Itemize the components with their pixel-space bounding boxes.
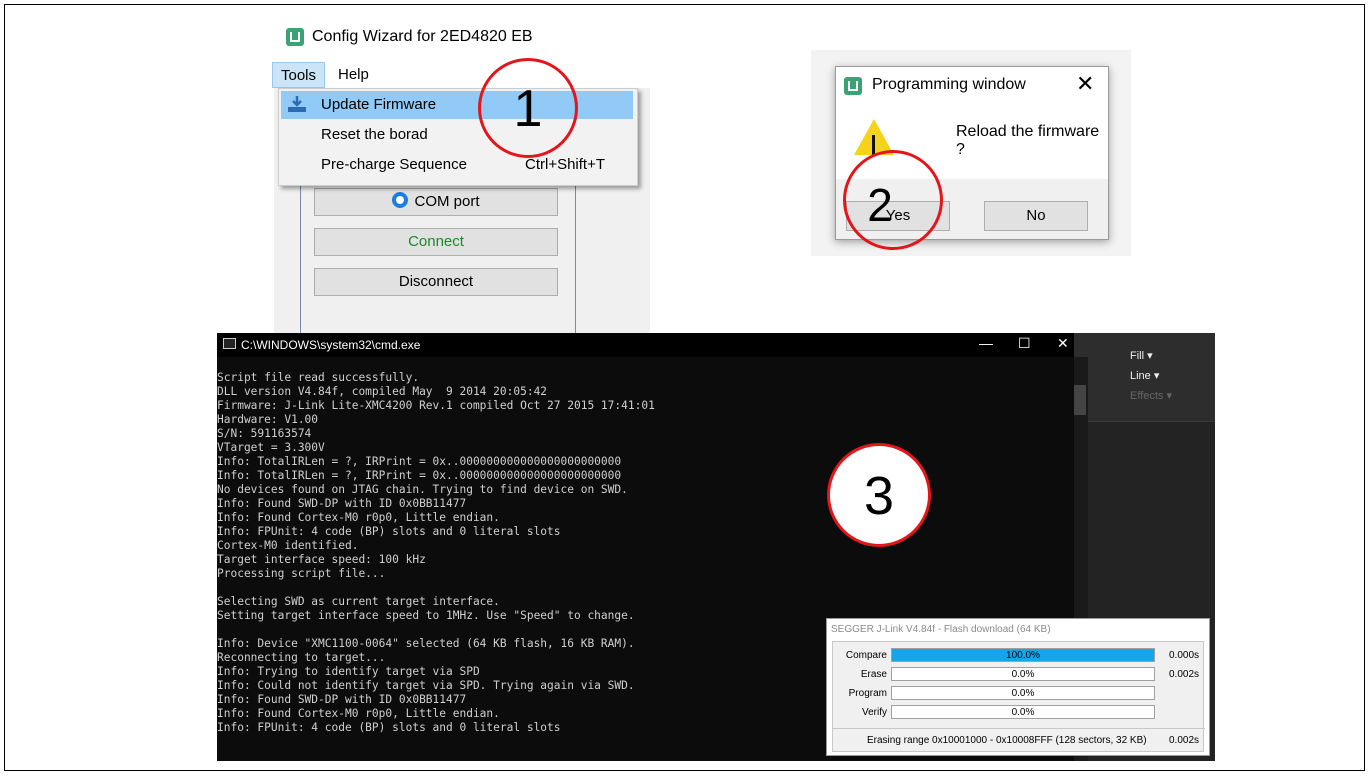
- tools-dropdown-menu: Update Firmware Reset the borad Pre-char…: [278, 88, 638, 186]
- progress-bar: 0.0%: [891, 667, 1155, 681]
- console-line: Processing script file...: [217, 567, 386, 580]
- close-icon[interactable]: ✕: [1076, 71, 1094, 97]
- jlink-status: Erasing range 0x10001000 - 0x10008FFF (1…: [867, 735, 1147, 746]
- console-line: Firmware: J-Link Lite-XMC4200 Rev.1 comp…: [217, 399, 655, 412]
- menu-bar: Tools Help: [270, 62, 652, 88]
- step-3-marker: 3: [827, 443, 931, 547]
- app-icon: [286, 28, 304, 46]
- progress-percent: 0.0%: [1011, 707, 1035, 718]
- console-line: VTarget = 3.300V: [217, 441, 325, 454]
- console-line: Hardware: V1.00: [217, 413, 319, 426]
- progress-label: Program: [848, 688, 887, 699]
- com-port-button[interactable]: COM port: [314, 188, 558, 216]
- jlink-title: SEGGER J-Link V4.84f - Flash download (6…: [831, 624, 1051, 635]
- cmd-title: C:\WINDOWS\system32\cmd.exe: [241, 338, 421, 352]
- progress-label: Compare: [845, 650, 887, 661]
- step-1-marker: 1: [478, 58, 578, 158]
- console-line: Script file read successfully.: [217, 371, 420, 384]
- progress-bar: 0.0%: [891, 705, 1155, 719]
- connect-button[interactable]: Connect: [314, 228, 558, 256]
- console-line: Info: Could not identify target via SPD.…: [217, 679, 635, 692]
- progress-percent: 100.0%: [1006, 650, 1040, 661]
- cmd-titlebar: C:\WINDOWS\system32\cmd.exe — ☐ ✕: [217, 333, 1074, 357]
- menu-tools[interactable]: Tools: [272, 62, 326, 88]
- console-line: DLL version V4.84f, compiled May 9 2014 …: [217, 385, 548, 398]
- progress-bar: 0.0%: [891, 686, 1155, 700]
- minimize-icon[interactable]: —: [979, 335, 993, 351]
- console-line: Target interface speed: 100 kHz: [217, 553, 426, 566]
- jlink-progress-panel: Erasing range 0x10001000 - 0x10008FFF (1…: [832, 641, 1205, 752]
- step-2-marker: 2: [843, 150, 943, 250]
- download-icon: [288, 96, 306, 112]
- divider: [833, 728, 1205, 729]
- progress-bar: 100.0%: [891, 648, 1155, 662]
- maximize-icon[interactable]: ☐: [1018, 335, 1031, 352]
- progress-row-program: Program 0.0%: [833, 686, 1205, 702]
- console-line: S/N: 591163574: [217, 427, 312, 440]
- console-line: Info: FPUnit: 4 code (BP) slots and 0 li…: [217, 721, 561, 734]
- effects-button[interactable]: Effects ▾: [1130, 389, 1172, 402]
- progress-time: 0.000s: [1169, 650, 1200, 661]
- jlink-flash-dialog: SEGGER J-Link V4.84f - Flash download (6…: [826, 618, 1210, 756]
- terminal-icon: [223, 338, 236, 349]
- jlink-status-time: 0.002s: [1169, 735, 1200, 746]
- console-output: Script file read successfully. DLL versio…: [217, 371, 837, 735]
- console-line: Info: FPUnit: 4 code (BP) slots and 0 li…: [217, 525, 561, 538]
- app-icon: [844, 77, 862, 95]
- progress-label: Erase: [860, 669, 887, 680]
- menu-item-label: Pre-charge Sequence: [321, 156, 467, 173]
- no-button[interactable]: No: [984, 201, 1088, 231]
- console-line: Info: Found Cortex-M0 r0p0, Little endia…: [217, 511, 500, 524]
- dialog-message: Reload the firmware ?: [956, 123, 1100, 158]
- console-line: Info: Found SWD-DP with ID 0x0BB11477: [217, 497, 467, 510]
- fill-button[interactable]: Fill ▾: [1130, 349, 1153, 362]
- menu-item-reset-board[interactable]: Reset the borad: [281, 121, 633, 149]
- console-line: Info: Device "XMC1100-0064" selected (64…: [217, 637, 635, 650]
- console-line: Info: Found SWD-DP with ID 0x0BB11477: [217, 693, 467, 706]
- wizard-titlebar: Config Wizard for 2ED4820 EB: [270, 18, 652, 58]
- progress-row-compare: Compare 100.0% 0.000s: [833, 648, 1205, 664]
- console-line: Info: TotalIRLen = ?, IRPrint = 0x..0000…: [217, 455, 622, 468]
- progress-percent: 0.0%: [1011, 688, 1035, 699]
- menu-item-precharge-sequence[interactable]: Pre-charge Sequence Ctrl+Shift+T: [281, 151, 633, 179]
- console-line: Setting target interface speed to 1MHz. …: [217, 609, 635, 622]
- scrollbar-thumb[interactable]: [1074, 385, 1086, 415]
- menu-item-label: Reset the borad: [321, 126, 428, 143]
- progress-percent: 0.0%: [1011, 669, 1035, 680]
- wizard-title: Config Wizard for 2ED4820 EB: [312, 28, 533, 45]
- menu-item-update-firmware[interactable]: Update Firmware: [281, 91, 633, 119]
- menu-help[interactable]: Help: [338, 62, 369, 88]
- ribbon-area: Fill ▾ Line ▾ Effects ▾: [1074, 333, 1215, 422]
- refresh-icon: [392, 192, 409, 208]
- progress-row-erase: Erase 0.0% 0.002s: [833, 667, 1205, 683]
- line-button[interactable]: Line ▾: [1130, 369, 1159, 382]
- console-line: Info: Found Cortex-M0 r0p0, Little endia…: [217, 707, 500, 720]
- warning-icon-mark: [872, 135, 875, 155]
- close-icon[interactable]: ✕: [1057, 335, 1069, 352]
- console-line: Selecting SWD as current target interfac…: [217, 595, 500, 608]
- console-line: Reconnecting to target...: [217, 651, 386, 664]
- console-line: Cortex-M0 identified.: [217, 539, 359, 552]
- progress-time: 0.002s: [1169, 669, 1200, 680]
- progress-row-verify: Verify 0.0%: [833, 705, 1205, 721]
- progress-label: Verify: [861, 707, 887, 718]
- menu-item-label: Update Firmware: [321, 96, 437, 113]
- console-line: Info: TotalIRLen = ?, IRPrint = 0x..0000…: [217, 469, 622, 482]
- console-line: Info: Trying to identify target via SPD: [217, 665, 480, 678]
- com-port-label: COM port: [414, 193, 480, 210]
- disconnect-button[interactable]: Disconnect: [314, 268, 558, 296]
- config-wizard-window: Config Wizard for 2ED4820 EB Tools Help …: [270, 18, 652, 336]
- dialog-title: Programming window: [872, 76, 1026, 93]
- console-line: No devices found on JTAG chain. Trying t…: [217, 483, 628, 496]
